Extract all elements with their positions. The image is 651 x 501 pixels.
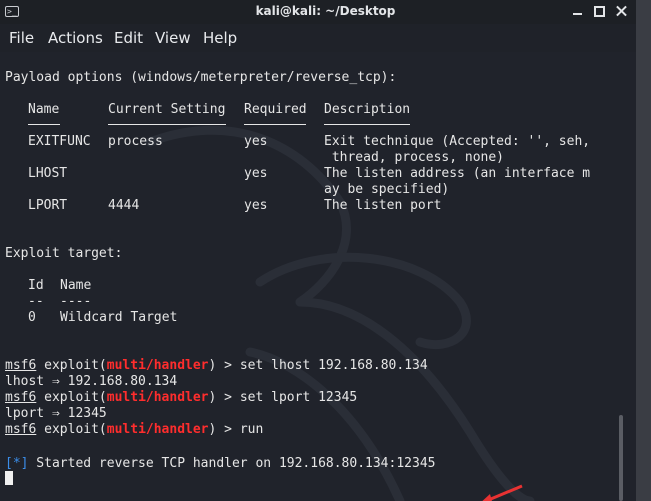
red-arrow-icon <box>482 484 523 501</box>
menu-actions[interactable]: Actions <box>48 29 103 47</box>
module-name: multi/handler <box>106 390 209 405</box>
module-name: multi/handler <box>106 358 209 373</box>
status-text: Started reverse TCP handler on 192.168.8… <box>28 456 436 471</box>
prompt-exploit: exploit( <box>36 422 107 437</box>
title-bar: >_ kali@kali: ~/Desktop <box>0 0 651 24</box>
row-desc: The listen address (an interface m <box>324 166 591 181</box>
close-button[interactable] <box>615 5 628 18</box>
row-name: EXITFUNC <box>28 134 91 149</box>
target-id: 0 <box>28 310 36 325</box>
command: set lport 12345 <box>239 390 358 405</box>
prompt-close: ) > <box>208 390 240 405</box>
window-title: kali@kali: ~/Desktop <box>255 4 396 18</box>
menu-edit[interactable]: Edit <box>114 29 143 47</box>
msf-label: msf6 <box>5 358 37 373</box>
row-required: yes <box>244 134 268 149</box>
command: set lhost 192.168.80.134 <box>239 358 428 373</box>
dash: ---- <box>60 294 92 309</box>
row-name: LHOST <box>28 166 68 181</box>
row-required: yes <box>244 198 268 213</box>
prompt-exploit: exploit( <box>36 390 107 405</box>
menu-bar: File Actions Edit View Help <box>0 24 636 52</box>
output-line: lport ⇒ 12345 <box>5 406 107 421</box>
text-cursor <box>5 471 13 485</box>
underline <box>244 124 306 125</box>
output-line: lhost ⇒ 192.168.80.134 <box>5 374 178 389</box>
menu-view[interactable]: View <box>155 29 191 47</box>
prompt-close: ) > <box>208 422 240 437</box>
dash: -- <box>28 294 44 309</box>
terminal-output[interactable]: Payload options (windows/meterpreter/rev… <box>0 52 636 501</box>
row-desc-cont: thread, process, none) <box>324 150 505 165</box>
prompt-line: msf6 exploit(multi/handler) > run <box>5 422 263 438</box>
payload-header: Payload options (windows/meterpreter/rev… <box>5 70 397 85</box>
target-header: Exploit target: <box>5 246 123 261</box>
menu-file[interactable]: File <box>9 29 34 47</box>
col-id: Id <box>28 278 44 293</box>
prompt-line: msf6 exploit(multi/handler) > set lhost … <box>5 358 428 374</box>
target-name: Wildcard Target <box>60 310 178 325</box>
command: run <box>239 422 264 437</box>
prompt-exploit: exploit( <box>36 358 107 373</box>
msf-label: msf6 <box>5 422 37 437</box>
underline <box>324 124 410 125</box>
status-line: [*] Started reverse TCP handler on 192.1… <box>5 456 435 472</box>
underline <box>28 124 60 125</box>
row-setting: process <box>108 134 163 149</box>
prompt-line: msf6 exploit(multi/handler) > set lport … <box>5 390 357 406</box>
col-required: Required <box>244 102 307 117</box>
module-name: multi/handler <box>106 422 209 437</box>
underline <box>108 124 226 125</box>
maximize-button[interactable] <box>594 6 605 17</box>
row-setting: 4444 <box>108 198 140 213</box>
scrollbar[interactable] <box>619 415 623 501</box>
col-target-name: Name <box>60 278 92 293</box>
col-description: Description <box>324 102 411 117</box>
row-desc: Exit technique (Accepted: '', seh, <box>324 134 591 149</box>
window-edge <box>636 0 651 501</box>
row-required: yes <box>244 166 268 181</box>
row-desc-cont: ay be specified) <box>324 182 450 197</box>
row-desc: The listen port <box>324 198 442 213</box>
col-name: Name <box>28 102 60 117</box>
menu-help[interactable]: Help <box>203 29 237 47</box>
minimize-button[interactable] <box>571 5 584 18</box>
status-tag: [*] <box>5 456 29 471</box>
msf-label: msf6 <box>5 390 37 405</box>
row-name: LPORT <box>28 198 68 213</box>
prompt-close: ) > <box>208 358 240 373</box>
col-current-setting: Current Setting <box>108 102 226 117</box>
